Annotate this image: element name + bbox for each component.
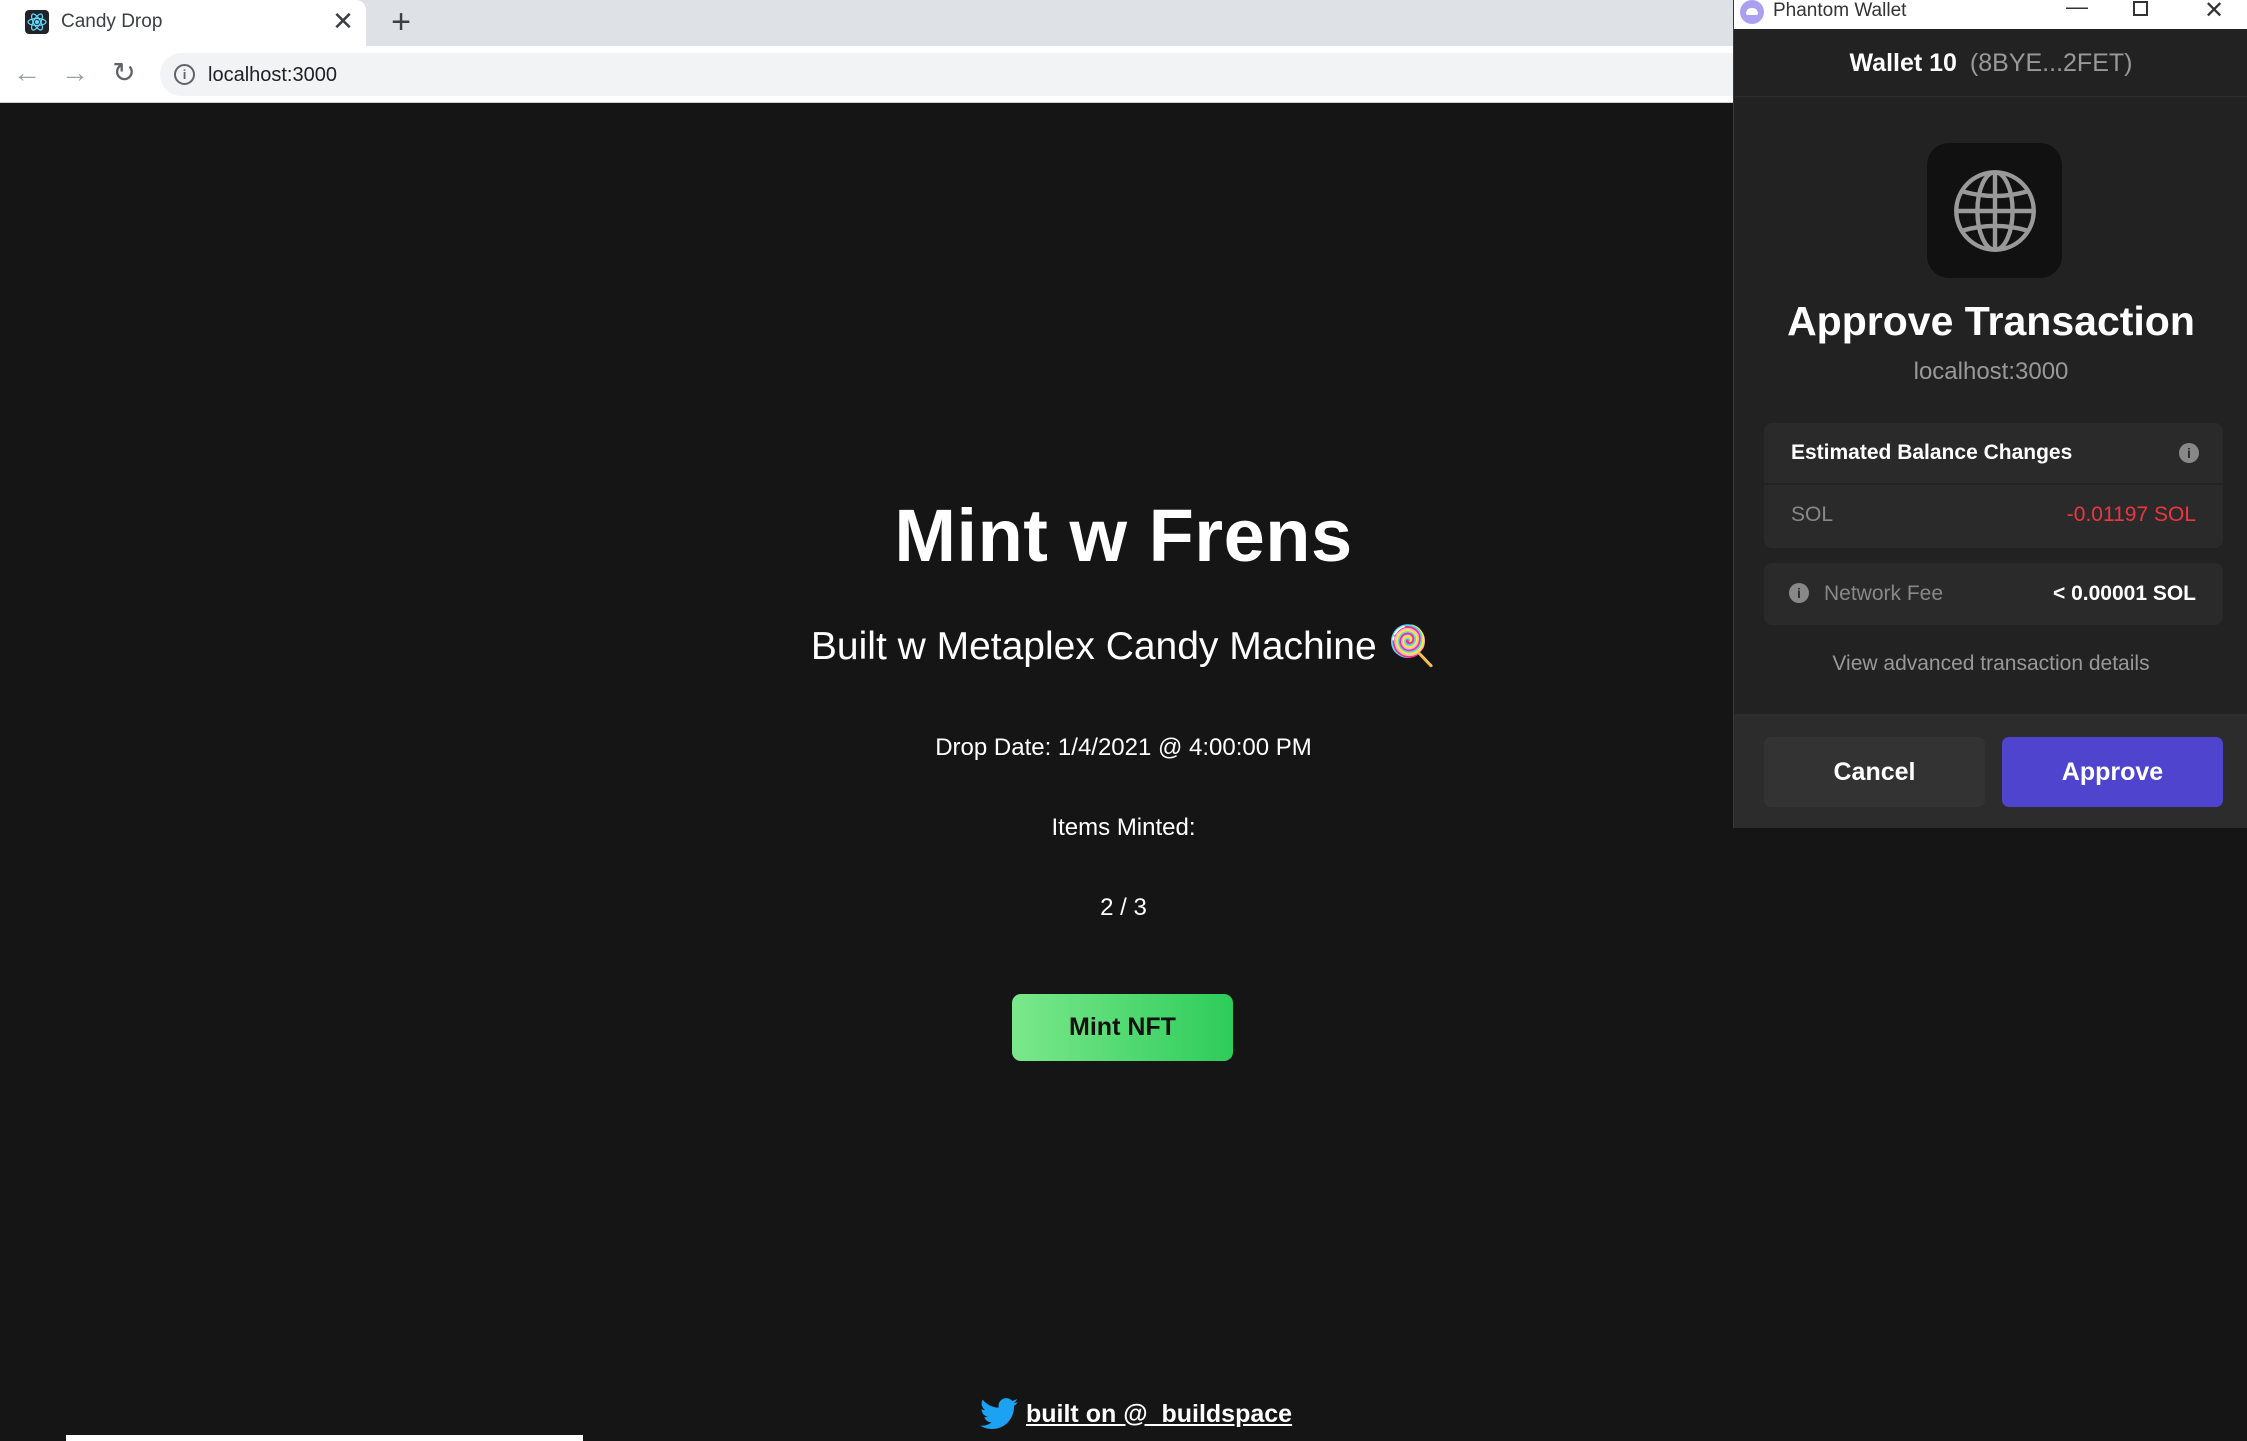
site-icon — [1927, 143, 2062, 278]
horizontal-scrollbar[interactable] — [66, 1435, 583, 1441]
network-fee-card: i Network Fee < 0.00001 SOL — [1764, 563, 2223, 625]
balance-changes-title: Estimated Balance Changes — [1791, 441, 2073, 464]
wallet-titlebar: Phantom Wallet — ✕ — [1734, 0, 2247, 29]
window-close-icon[interactable]: ✕ — [2204, 0, 2224, 25]
balance-changes-header: Estimated Balance Changes i — [1764, 423, 2223, 485]
globe-icon — [1953, 169, 2036, 252]
balance-changes-card: Estimated Balance Changes i SOL -0.01197… — [1764, 423, 2223, 548]
url-text: localhost:3000 — [208, 64, 337, 86]
react-icon — [25, 10, 49, 34]
mint-nft-button[interactable]: Mint NFT — [1012, 994, 1233, 1061]
maximize-icon[interactable] — [2133, 1, 2148, 16]
cancel-button[interactable]: Cancel — [1764, 737, 1985, 807]
wallet-header[interactable]: Wallet 10 (8BYE...2FET) — [1734, 29, 2247, 97]
buildspace-link[interactable]: built on @_buildspace — [1026, 1400, 1292, 1429]
items-minted-count: 2 / 3 — [1100, 894, 1147, 921]
close-icon[interactable]: ✕ — [330, 8, 356, 34]
sol-change: -0.01197 SOL — [2066, 503, 2196, 526]
tab-title: Candy Drop — [61, 11, 163, 32]
browser-toolbar: ← → ↻ i localhost:3000 — [0, 46, 1733, 103]
fee-info-icon[interactable]: i — [1789, 583, 1809, 603]
back-arrow-icon[interactable]: ← — [12, 58, 42, 88]
wallet-window-title: Phantom Wallet — [1773, 0, 1907, 21]
new-tab-button[interactable]: + — [385, 5, 417, 39]
approve-transaction-title: Approve Transaction — [1787, 298, 2195, 344]
minimize-icon[interactable]: — — [2066, 0, 2088, 20]
forward-arrow-icon[interactable]: → — [60, 58, 90, 88]
footer: built on @_buildspace — [980, 1394, 1292, 1434]
network-fee-label: Network Fee — [1824, 582, 1944, 605]
phantom-logo-icon — [1740, 0, 1764, 24]
reload-icon[interactable]: ↻ — [109, 58, 139, 88]
network-fee-value: < 0.00001 SOL — [2052, 582, 2196, 605]
wallet-name: Wallet 10 — [1849, 49, 1957, 77]
phantom-wallet-window: Phantom Wallet — ✕ Wallet 10 (8BYE...2FE… — [1733, 0, 2247, 828]
advanced-details-link[interactable]: View advanced transaction details — [1734, 652, 2247, 676]
wallet-footer: Cancel Approve — [1734, 714, 2247, 828]
address-bar[interactable]: i localhost:3000 — [160, 53, 1733, 96]
twitter-icon — [980, 1398, 1018, 1430]
info-icon[interactable]: i — [2179, 443, 2199, 463]
browser-tabstrip: Candy Drop ✕ + — [0, 0, 1733, 46]
browser-tab[interactable]: Candy Drop ✕ — [0, 0, 366, 46]
wallet-address: (8BYE...2FET) — [1969, 49, 2133, 77]
approve-button[interactable]: Approve — [2002, 737, 2223, 807]
sol-label: SOL — [1791, 503, 1834, 526]
site-info-icon[interactable]: i — [174, 64, 195, 85]
request-origin: localhost:3000 — [1913, 358, 2069, 385]
